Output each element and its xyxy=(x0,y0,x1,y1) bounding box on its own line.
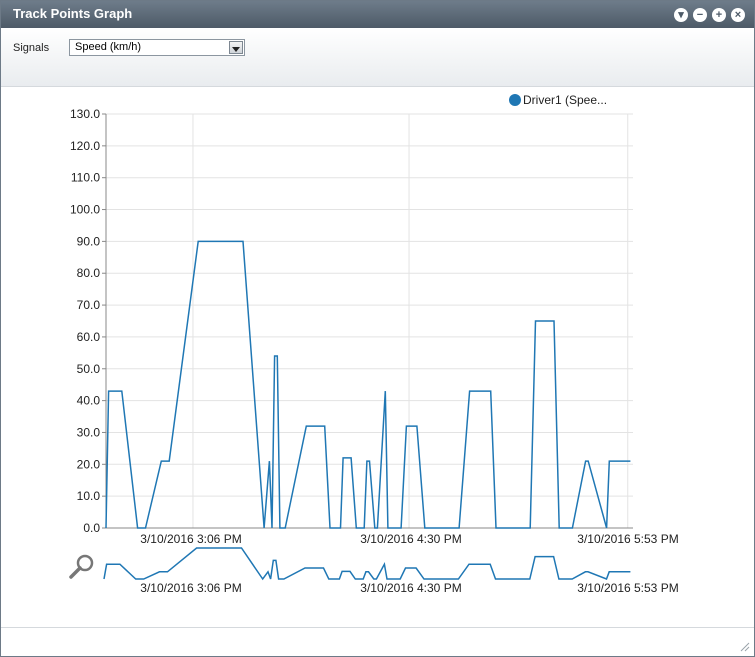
y-tick-label: 70.0 xyxy=(77,298,101,312)
y-tick-label: 100.0 xyxy=(70,203,100,217)
minimize-icon[interactable]: ▾ xyxy=(674,8,688,22)
navigator-series-line xyxy=(103,547,631,581)
status-bar xyxy=(1,627,754,656)
zoom-icon[interactable] xyxy=(69,554,94,579)
track-points-window: Track Points Graph ▾ − + × Signals Speed… xyxy=(0,0,755,657)
legend-label: Driver1 (Spee... xyxy=(523,93,607,107)
y-tick-label: 0.0 xyxy=(83,521,100,535)
resize-grip-icon[interactable] xyxy=(740,642,750,652)
y-tick-label: 110.0 xyxy=(71,171,100,185)
title-bar[interactable]: Track Points Graph ▾ − + × xyxy=(1,1,754,28)
signal-select-value: Speed (km/h) xyxy=(75,41,142,53)
window-title: Track Points Graph xyxy=(13,6,133,21)
close-icon[interactable]: × xyxy=(731,8,745,22)
y-tick-label: 80.0 xyxy=(77,266,101,280)
y-tick-label: 20.0 xyxy=(77,457,101,471)
speed-chart[interactable]: Driver1 (Spee... 0.0 10.0 20.0 30.0 40.0 50.0 6… xyxy=(1,87,754,627)
chart-area: Driver1 (Spee... 0.0 10.0 20.0 30.0 40.0 50.0 6… xyxy=(1,87,754,627)
y-tick-label: 130.0 xyxy=(70,107,100,121)
navigator-x-tick-label: 3/10/2016 3:06 PM xyxy=(140,581,241,595)
chevron-down-icon[interactable] xyxy=(229,41,243,54)
y-tick-label: 60.0 xyxy=(77,330,101,344)
x-tick-label: 3/10/2016 4:30 PM xyxy=(360,532,461,546)
navigator-x-tick-label: 3/10/2016 4:30 PM xyxy=(360,581,461,595)
y-tick-label: 10.0 xyxy=(77,489,101,503)
maximize-icon[interactable]: + xyxy=(712,8,726,22)
signals-label: Signals xyxy=(13,42,50,54)
y-tick-label: 50.0 xyxy=(77,362,101,376)
navigator-x-tick-label: 3/10/2016 5:53 PM xyxy=(577,581,678,595)
signal-select[interactable]: Speed (km/h) xyxy=(69,39,245,56)
x-tick-label: 3/10/2016 5:53 PM xyxy=(577,532,678,546)
collapse-icon[interactable]: − xyxy=(693,8,707,22)
y-tick-label: 30.0 xyxy=(77,425,101,439)
series-line-driver1 xyxy=(105,240,631,529)
toolbar: Signals Speed (km/h) xyxy=(1,28,754,87)
x-tick-label: 3/10/2016 3:06 PM xyxy=(140,532,241,546)
legend-marker xyxy=(509,94,521,106)
y-tick-label: 120.0 xyxy=(70,139,100,153)
y-tick-label: 40.0 xyxy=(77,394,101,408)
y-tick-label: 90.0 xyxy=(77,234,101,248)
